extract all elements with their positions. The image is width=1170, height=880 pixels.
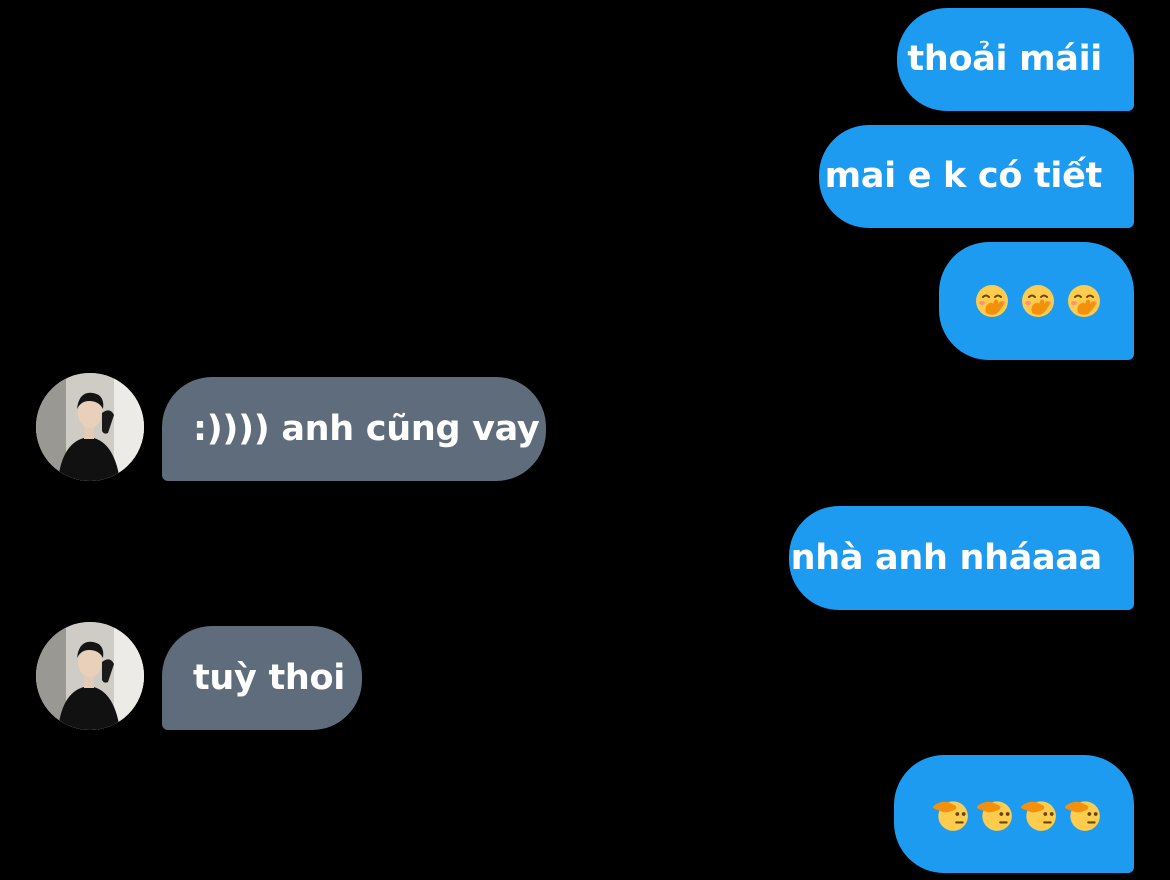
saluting-face-icon — [976, 795, 1014, 833]
avatar-photo — [36, 373, 144, 481]
contact-avatar[interactable] — [36, 622, 144, 730]
face-with-hand-over-mouth-icon — [1020, 283, 1056, 319]
face-with-hand-over-mouth-icon — [974, 283, 1010, 319]
message-outgoing-emoji[interactable] — [939, 242, 1134, 360]
message-text: thoải máii — [907, 39, 1102, 79]
message-outgoing[interactable]: nhà anh nháaaa — [789, 506, 1134, 610]
saluting-face-icon — [932, 795, 970, 833]
message-text: mai e k có tiết — [824, 156, 1103, 196]
message-outgoing-emoji[interactable] — [894, 755, 1134, 873]
avatar-photo — [36, 622, 144, 730]
emoji-row — [932, 795, 1102, 833]
message-text: :)))) anh cũng vay — [193, 408, 540, 449]
message-incoming[interactable]: tuỳ thoi — [162, 626, 362, 730]
message-outgoing[interactable]: mai e k có tiết — [819, 125, 1134, 228]
saluting-face-icon — [1064, 795, 1102, 833]
contact-avatar[interactable] — [36, 373, 144, 481]
emoji-row — [974, 283, 1102, 319]
message-text: nhà anh nháaaa — [790, 537, 1103, 578]
message-outgoing[interactable]: thoải máii — [897, 8, 1134, 111]
message-text: tuỳ thoi — [193, 657, 345, 698]
message-incoming[interactable]: :)))) anh cũng vay — [162, 377, 546, 481]
saluting-face-icon — [1020, 795, 1058, 833]
face-with-hand-over-mouth-icon — [1066, 283, 1102, 319]
